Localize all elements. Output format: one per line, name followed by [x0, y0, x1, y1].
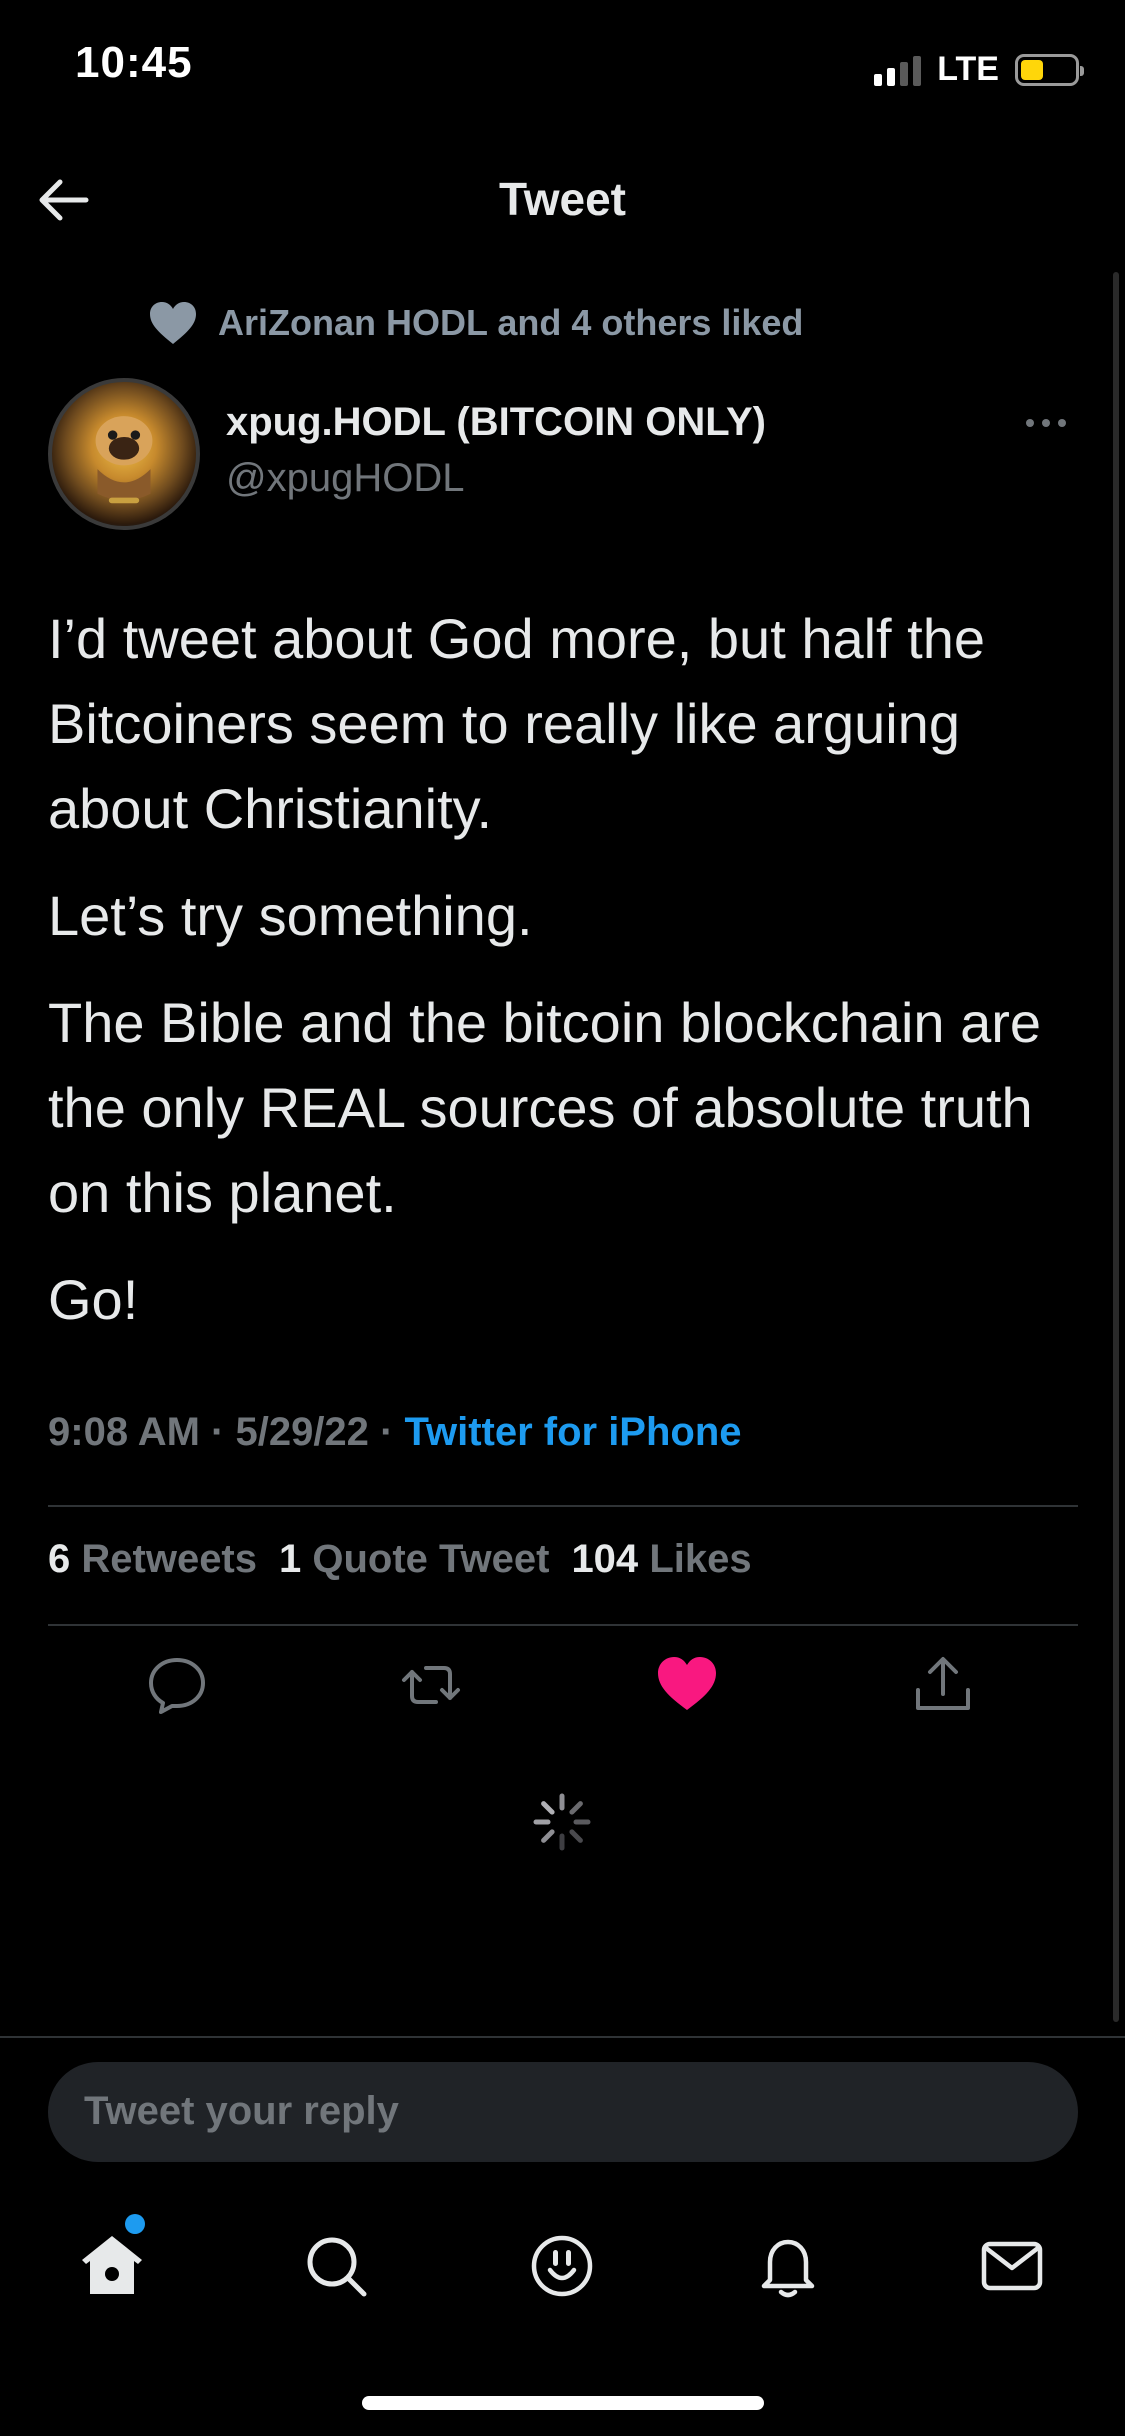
tweet-action-bar — [0, 1652, 1125, 1732]
tweet-paragraph: Go! — [48, 1268, 139, 1331]
notifications-icon[interactable] — [752, 2230, 824, 2302]
retweets-count: 6 — [48, 1537, 71, 1581]
divider — [48, 1505, 1078, 1507]
scroll-indicator[interactable] — [1113, 272, 1119, 2022]
social-context-text: AriZonan HODL and 4 others liked — [218, 302, 804, 343]
reply-input[interactable]: Tweet your reply — [48, 2062, 1078, 2162]
tweet-meta: 9:08 AM · 5/29/22 · Twitter for iPhone — [48, 1410, 742, 1454]
retweets-stat[interactable]: 6 Retweets — [48, 1537, 257, 1581]
tweet-paragraph: I’d tweet about God more, but half the B… — [48, 607, 986, 840]
quotes-stat[interactable]: 1 Quote Tweet — [279, 1537, 549, 1581]
tweet-text: I’d tweet about God more, but half the B… — [48, 596, 1088, 1364]
status-bar: 10:45 LTE — [0, 0, 1125, 140]
more-options-icon[interactable] — [1021, 408, 1071, 438]
author-handle[interactable]: @xpugHODL — [226, 456, 464, 501]
reply-icon[interactable] — [144, 1652, 210, 1718]
avatar-image — [95, 416, 153, 504]
likes-count: 104 — [571, 1537, 639, 1581]
divider — [0, 2036, 1125, 2038]
share-icon[interactable] — [910, 1652, 976, 1718]
quotes-count: 1 — [279, 1537, 302, 1581]
like-icon[interactable] — [654, 1652, 720, 1718]
tweet-paragraph: The Bible and the bitcoin blockchain are… — [48, 991, 1042, 1224]
social-context[interactable]: AriZonan HODL and 4 others liked — [148, 300, 803, 346]
retweets-label: Retweets — [81, 1537, 257, 1581]
tweet-paragraph: Let’s try something. — [48, 884, 533, 947]
reply-placeholder: Tweet your reply — [84, 2089, 399, 2133]
heart-icon — [150, 302, 196, 344]
page-title: Tweet — [499, 173, 626, 225]
signal-icon — [874, 54, 922, 86]
tweet-date: 5/29/22 — [235, 1410, 369, 1454]
author-name[interactable]: xpug.HODL (BITCOIN ONLY) — [226, 400, 766, 445]
home-notification-dot — [125, 2214, 145, 2234]
quotes-label: Quote Tweet — [312, 1537, 550, 1581]
likes-stat[interactable]: 104 Likes — [571, 1537, 751, 1581]
tweet-time: 9:08 AM — [48, 1410, 200, 1454]
likes-label: Likes — [649, 1537, 752, 1581]
loading-spinner-icon — [533, 1793, 591, 1851]
status-indicators: LTE — [874, 50, 1084, 89]
search-icon[interactable] — [300, 2230, 372, 2302]
nav-bar: Tweet — [0, 140, 1125, 260]
spaces-icon[interactable] — [526, 2230, 598, 2302]
status-time: 10:45 — [75, 38, 193, 87]
tab-bar — [0, 2210, 1125, 2320]
battery-icon — [1015, 53, 1084, 86]
tweet-source-link[interactable]: Twitter for iPhone — [405, 1410, 742, 1454]
tweet-stats: 6 Retweets 1 Quote Tweet 104 Likes — [48, 1537, 752, 1582]
divider — [48, 1624, 1078, 1626]
home-indicator[interactable] — [362, 2396, 764, 2410]
network-label: LTE — [937, 50, 999, 88]
retweet-icon[interactable] — [398, 1652, 464, 1718]
messages-icon[interactable] — [976, 2230, 1048, 2302]
avatar[interactable] — [48, 378, 200, 530]
home-icon[interactable] — [76, 2230, 148, 2302]
